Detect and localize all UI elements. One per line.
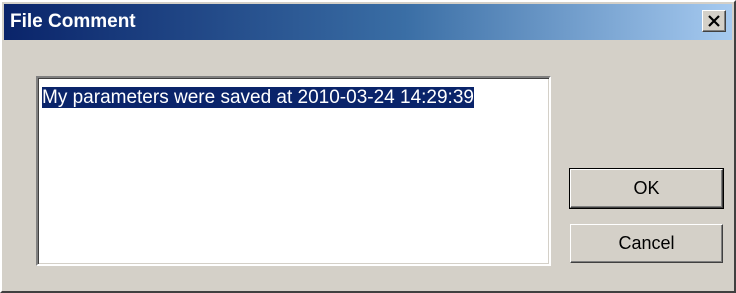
title-bar[interactable]: File Comment [4, 4, 732, 40]
ok-button[interactable]: OK [569, 168, 724, 209]
comment-textarea[interactable]: My parameters were saved at 2010-03-24 1… [36, 76, 551, 266]
window-title: File Comment [10, 11, 136, 32]
cancel-button[interactable]: Cancel [570, 224, 723, 263]
comment-text: My parameters were saved at 2010-03-24 1… [42, 87, 474, 108]
close-icon [708, 15, 720, 27]
file-comment-dialog: File Comment My parameters were saved at… [0, 0, 736, 293]
close-button[interactable] [702, 10, 726, 32]
